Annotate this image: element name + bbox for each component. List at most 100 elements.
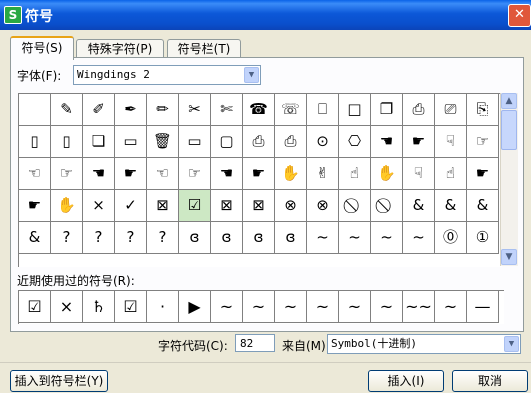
recent-symbol-cell[interactable]: ~ (211, 291, 243, 323)
symbol-cell[interactable]: ☛ (467, 158, 499, 190)
symbol-cell[interactable]: ☝ (339, 158, 371, 190)
recent-symbol-cell[interactable]: ▶ (179, 291, 211, 323)
symbol-cell[interactable]: ⎘ (467, 94, 499, 126)
symbol-cell[interactable]: ~ (339, 222, 371, 254)
recent-symbol-cell[interactable]: · (147, 291, 179, 323)
symbol-cell[interactable]: ☑ (179, 190, 211, 222)
symbol-cell[interactable]: ⎙ (403, 94, 435, 126)
symbol-cell[interactable]: ☚ (211, 158, 243, 190)
symbol-cell[interactable]: ✂ (179, 94, 211, 126)
symbol-cell[interactable]: ▢ (211, 126, 243, 158)
symbol-cell[interactable]: & (435, 190, 467, 222)
char-code-input[interactable]: 82 (235, 334, 275, 352)
chevron-down-icon[interactable]: ▼ (504, 336, 519, 352)
chevron-down-icon[interactable]: ▼ (244, 67, 259, 83)
symbol-cell[interactable]: ☏ (275, 94, 307, 126)
symbol-cell[interactable]: ⊗ (275, 190, 307, 222)
symbol-cell[interactable]: ⓪ (435, 222, 467, 254)
symbol-cell[interactable]: ✏ (147, 94, 179, 126)
symbol-cell[interactable]: ɞ (243, 222, 275, 254)
symbol-cell[interactable]: ⎚ (435, 94, 467, 126)
symbol-cell[interactable]: ☚ (371, 126, 403, 158)
symbol-cell[interactable]: ✓ (115, 190, 147, 222)
symbol-cell[interactable]: ☞ (179, 158, 211, 190)
symbol-cell[interactable]: ? (51, 222, 83, 254)
symbol-cell[interactable]: ✌ (307, 158, 339, 190)
recent-symbol-cell[interactable]: ~ (371, 291, 403, 323)
symbol-cell[interactable]: ⊠ (243, 190, 275, 222)
close-icon[interactable]: ✕ (508, 4, 531, 27)
symbol-cell[interactable]: □ (339, 94, 371, 126)
symbol-cell[interactable]: ❐ (371, 94, 403, 126)
symbol-cell[interactable] (19, 94, 51, 126)
tab-symbols[interactable]: 符号(S) (10, 36, 74, 60)
symbol-cell[interactable]: ? (115, 222, 147, 254)
recent-symbol-cell[interactable]: ~ (339, 291, 371, 323)
symbol-cell[interactable]: ☜ (147, 158, 179, 190)
symbol-cell[interactable]: ☛ (243, 158, 275, 190)
title-bar[interactable]: S 符号 ✕ (0, 0, 531, 30)
symbol-cell[interactable]: ~ (307, 222, 339, 254)
symbol-cell[interactable]: 🗑 (147, 126, 179, 158)
recent-symbol-cell[interactable]: ~~ (403, 291, 435, 323)
symbol-cell[interactable]: ☜ (19, 158, 51, 190)
symbol-cell[interactable]: ▯ (51, 126, 83, 158)
symbol-cell[interactable]: ▭ (179, 126, 211, 158)
symbol-cell[interactable]: ⎙ (275, 126, 307, 158)
symbol-cell[interactable]: ⊠ (211, 190, 243, 222)
font-select[interactable]: Wingdings 2 ▼ (73, 65, 261, 85)
recent-symbol-cell[interactable]: ~ (243, 291, 275, 323)
symbol-cell[interactable]: ɞ (179, 222, 211, 254)
recent-symbol-cell[interactable]: — (467, 291, 499, 323)
recent-symbol-cell[interactable]: ☑ (115, 291, 147, 323)
symbol-cell[interactable]: ~ (371, 222, 403, 254)
recent-symbol-cell[interactable]: ~ (435, 291, 467, 323)
symbol-cell[interactable]: ? (83, 222, 115, 254)
tab-symbol-bar[interactable]: 符号栏(T) (167, 39, 241, 58)
symbol-cell[interactable]: ⎔ (339, 126, 371, 158)
symbol-cell[interactable]: ⃠ (371, 190, 403, 222)
symbol-cell[interactable]: ⎙ (243, 126, 275, 158)
symbol-cell[interactable]: ☞ (51, 158, 83, 190)
symbol-cell[interactable]: ⊠ (147, 190, 179, 222)
symbol-cell[interactable]: ☎ (243, 94, 275, 126)
symbol-cell[interactable]: ⎕ (307, 94, 339, 126)
symbol-cell[interactable]: ✋ (371, 158, 403, 190)
symbol-cell[interactable]: × (83, 190, 115, 222)
symbol-cell[interactable]: ▯ (19, 126, 51, 158)
symbol-cell[interactable]: ▭ (115, 126, 147, 158)
recent-symbol-cell[interactable]: ~ (307, 291, 339, 323)
symbol-cell[interactable]: ✎ (51, 94, 83, 126)
symbol-cell[interactable]: ☝ (435, 158, 467, 190)
scroll-down-icon[interactable]: ▼ (501, 249, 517, 265)
symbol-cell[interactable]: ✋ (275, 158, 307, 190)
symbol-cell[interactable]: ☛ (19, 190, 51, 222)
symbol-cell[interactable]: ? (147, 222, 179, 254)
symbol-cell[interactable]: ✒ (115, 94, 147, 126)
symbol-cell[interactable]: ❏ (83, 126, 115, 158)
symbol-cell[interactable]: & (403, 190, 435, 222)
source-select[interactable]: Symbol(十进制) ▼ (327, 334, 521, 354)
recent-symbol-cell[interactable]: × (51, 291, 83, 323)
symbol-cell[interactable]: ☛ (403, 126, 435, 158)
symbol-cell[interactable]: ☟ (435, 126, 467, 158)
symbol-cell[interactable]: ☞ (467, 126, 499, 158)
symbol-cell[interactable]: ✄ (211, 94, 243, 126)
recent-symbol-cell[interactable]: ♄ (83, 291, 115, 323)
symbol-cell[interactable]: ɞ (275, 222, 307, 254)
symbol-cell[interactable]: & (19, 222, 51, 254)
grid-scrollbar[interactable]: ▲ ▼ (500, 93, 518, 266)
symbol-cell[interactable]: ① (467, 222, 499, 254)
symbol-cell[interactable]: ☟ (403, 158, 435, 190)
scrollbar-thumb[interactable] (501, 110, 517, 150)
symbol-cell[interactable]: & (467, 190, 499, 222)
symbol-cell[interactable]: ☛ (115, 158, 147, 190)
symbol-cell[interactable]: ☚ (83, 158, 115, 190)
scroll-up-icon[interactable]: ▲ (501, 93, 517, 109)
symbol-cell[interactable]: ~ (403, 222, 435, 254)
symbol-cell[interactable]: ⊗ (307, 190, 339, 222)
recent-symbol-cell[interactable]: ~ (275, 291, 307, 323)
insert-button[interactable]: 插入(I) (368, 370, 444, 392)
cancel-button[interactable]: 取消 (452, 370, 528, 392)
recent-symbol-cell[interactable]: ☑ (19, 291, 51, 323)
